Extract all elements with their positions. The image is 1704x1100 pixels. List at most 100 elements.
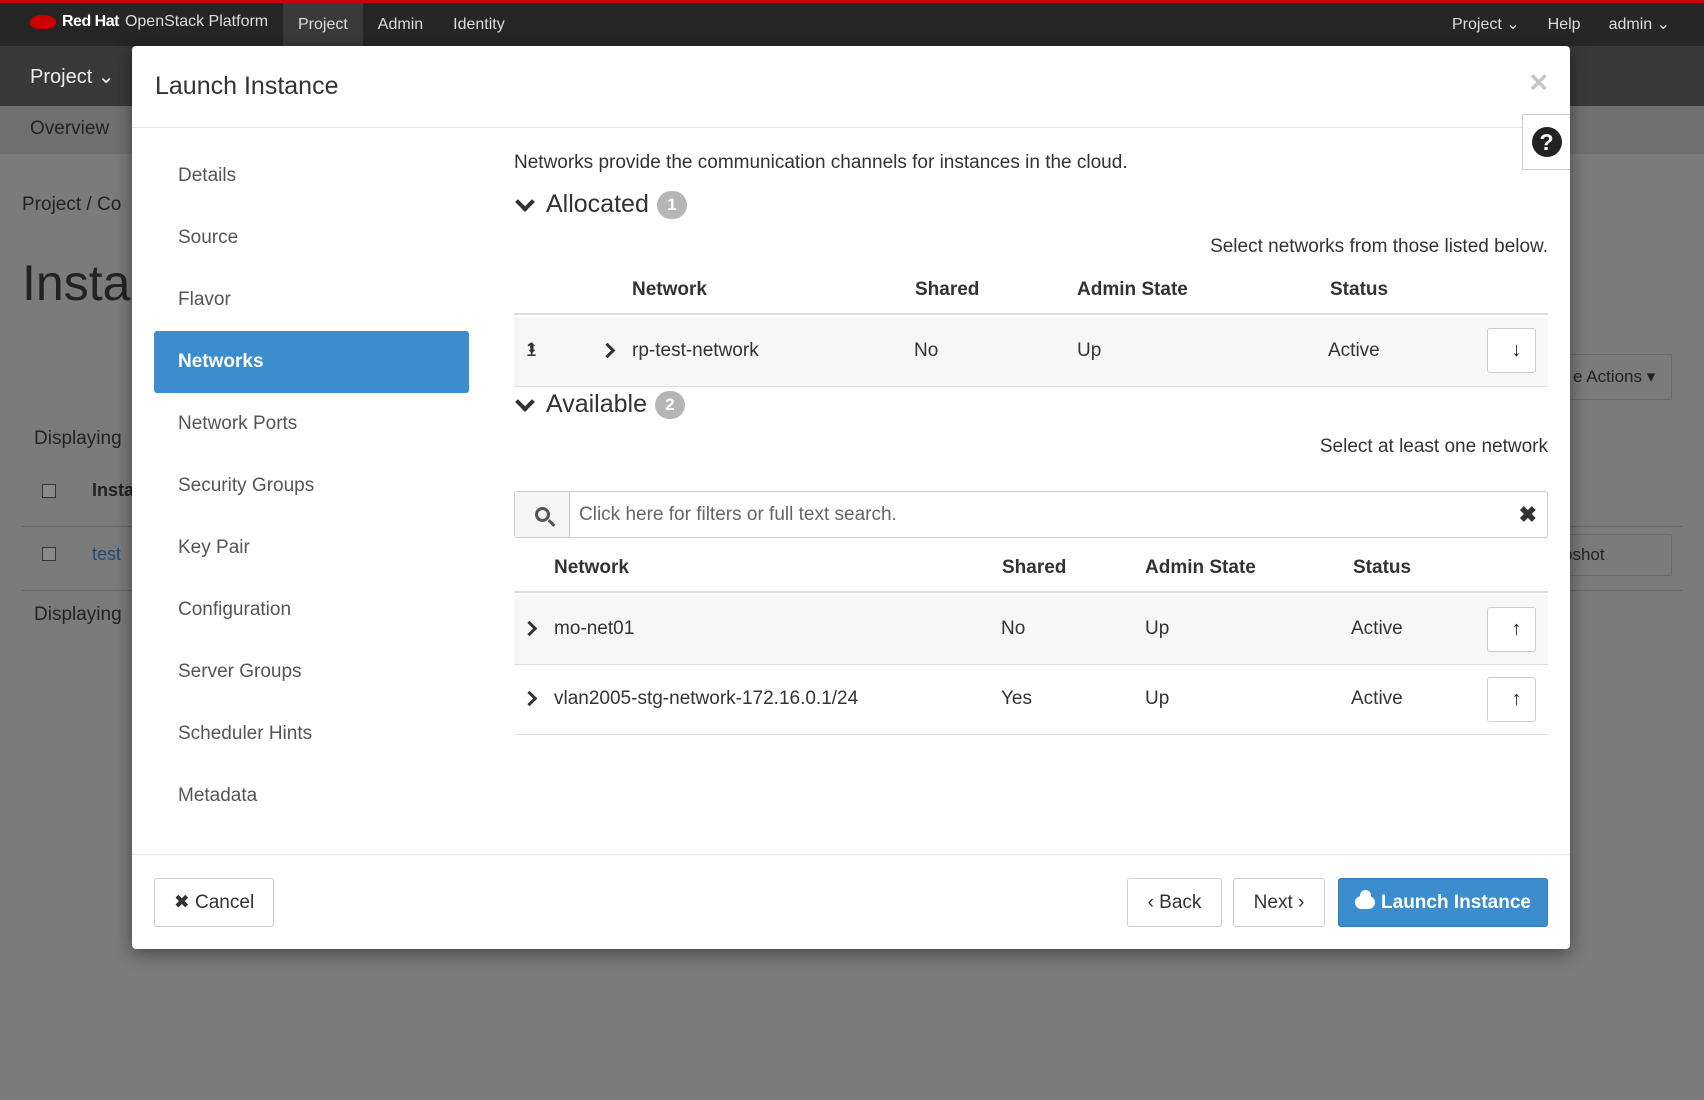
top-nav-project[interactable]: Project [283,3,363,46]
wizard-step-details[interactable]: Details [154,145,469,207]
top-nav: Project Admin Identity [283,3,520,46]
deallocate-button[interactable]: ↓ [1487,328,1536,373]
page-title: Insta [22,255,131,311]
wizard-step-source[interactable]: Source [154,207,469,269]
available-row[interactable]: vlan2005-stg-network-172.16.0.1/24 Yes U… [514,665,1548,735]
chevron-down-icon [515,391,535,412]
breadcrumb[interactable]: Project / Co [22,194,121,216]
close-icon: ✖ [173,892,190,913]
column-shared[interactable]: Shared [915,279,979,301]
allocated-row[interactable]: ⬍ 1 rp-test-network No Up Active ↓ [514,317,1548,387]
available-admin-state: Up [1145,618,1170,639]
arrow-up-icon: ↑ [1511,688,1522,710]
chevron-right-icon: › [1298,892,1305,913]
project-switcher[interactable]: Project ⌄ [1438,3,1534,46]
chevron-down-icon [515,191,535,212]
allocated-hint: Select networks from those listed below. [1210,236,1548,257]
top-right-menu: Project ⌄ Help admin ⌄ [1438,3,1684,46]
allocated-shared: No [914,340,939,361]
wizard-step-configuration[interactable]: Configuration [154,579,469,641]
networks-description: Networks provide the communication chann… [514,152,1128,173]
modal-footer: ✖ Cancel ‹ Back Next › Launch Instance [132,854,1570,949]
arrow-up-icon: ↑ [1511,618,1522,640]
cancel-button[interactable]: ✖ Cancel [154,878,274,927]
available-shared: No [1001,618,1026,639]
arrow-down-icon: ↓ [1511,339,1522,361]
available-status: Active [1351,618,1403,639]
chevron-right-icon[interactable] [521,690,538,707]
available-network-name: vlan2005-stg-network-172.16.0.1/24 [554,688,859,709]
chevron-right-icon[interactable] [599,342,616,359]
wizard-step-scheduler-hints[interactable]: Scheduler Hints [154,703,469,765]
wizard-step-server-groups[interactable]: Server Groups [154,641,469,703]
allocate-button[interactable]: ↑ [1487,677,1536,722]
back-button[interactable]: ‹ Back [1127,878,1222,927]
available-status: Active [1351,688,1403,709]
help-link[interactable]: Help [1534,3,1595,46]
column-admin-state[interactable]: Admin State [1077,279,1188,301]
clear-search-icon[interactable]: ✖ [1519,502,1537,528]
available-shared: Yes [1001,688,1032,709]
displaying-count-bottom: Displaying [34,604,122,625]
column-shared[interactable]: Shared [1002,557,1066,579]
allocated-table-header: Network Shared Admin State Status [514,265,1548,315]
cloud-upload-icon [1355,890,1376,909]
allocated-section-toggle[interactable]: Allocated 1 [514,190,687,219]
available-title: Available [546,390,648,418]
available-section-toggle[interactable]: Available 2 [514,390,686,419]
allocated-status: Active [1328,340,1380,361]
select-all-checkbox[interactable] [42,484,56,498]
column-status[interactable]: Status [1353,557,1411,579]
launch-instance-button[interactable]: Launch Instance [1338,878,1548,927]
tab-overview[interactable]: Overview [30,118,109,140]
available-hint: Select at least one network [1319,436,1548,457]
modal-header: Launch Instance × [132,46,1570,128]
top-nav-admin[interactable]: Admin [363,3,438,46]
top-nav-identity[interactable]: Identity [438,3,520,46]
column-admin-state[interactable]: Admin State [1145,557,1256,579]
wizard-step-metadata[interactable]: Metadata [154,765,469,827]
chevron-left-icon: ‹ [1147,892,1154,913]
allocated-order: 1 [526,340,537,361]
project-menu[interactable]: Project ⌄ [30,64,115,89]
wizard-step-flavor[interactable]: Flavor [154,269,469,331]
brand-name-bold: Red Hat [62,13,119,30]
launch-instance-modal: Launch Instance × ? Details Source Flavo… [132,46,1570,949]
available-count-badge: 2 [655,390,686,419]
available-row[interactable]: mo-net01 No Up Active ↑ [514,595,1548,665]
next-label: Next [1253,892,1293,913]
allocated-admin-state: Up [1077,340,1102,361]
allocated-title: Allocated [546,190,649,218]
help-button[interactable]: ? [1522,114,1570,170]
launch-label: Launch Instance [1381,892,1531,913]
available-network-name: mo-net01 [554,618,635,639]
allocated-count-badge: 1 [656,190,687,219]
chevron-right-icon[interactable] [521,620,538,637]
redhat-icon [30,15,56,29]
instance-link[interactable]: test [92,544,121,565]
network-search-bar: ✖ [514,491,1548,538]
search-input[interactable] [571,492,1501,537]
column-instance-name[interactable]: Insta [92,480,134,501]
next-button[interactable]: Next › [1233,878,1325,927]
top-navbar: Red Hat OpenStack Platform Project Admin… [0,0,1704,46]
wizard-step-key-pair[interactable]: Key Pair [154,517,469,579]
question-icon: ? [1531,127,1562,157]
allocated-network-name: rp-test-network [632,340,759,361]
allocate-button[interactable]: ↑ [1487,607,1536,652]
row-checkbox[interactable] [42,547,56,561]
wizard-step-network-ports[interactable]: Network Ports [154,393,469,455]
modal-title: Launch Instance [155,72,339,100]
wizard-step-security-groups[interactable]: Security Groups [154,455,469,517]
brand-logo[interactable]: Red Hat OpenStack Platform [30,13,268,31]
available-table-header: Network Shared Admin State Status [514,543,1548,593]
search-icon [515,492,570,537]
column-status[interactable]: Status [1330,279,1388,301]
user-menu[interactable]: admin ⌄ [1595,3,1684,46]
close-icon[interactable]: × [1529,64,1548,101]
column-network[interactable]: Network [632,279,707,301]
brand-name-rest: OpenStack Platform [124,13,269,30]
wizard-step-networks[interactable]: Networks [154,331,469,393]
column-network[interactable]: Network [554,557,629,579]
cancel-label: Cancel [195,892,255,913]
